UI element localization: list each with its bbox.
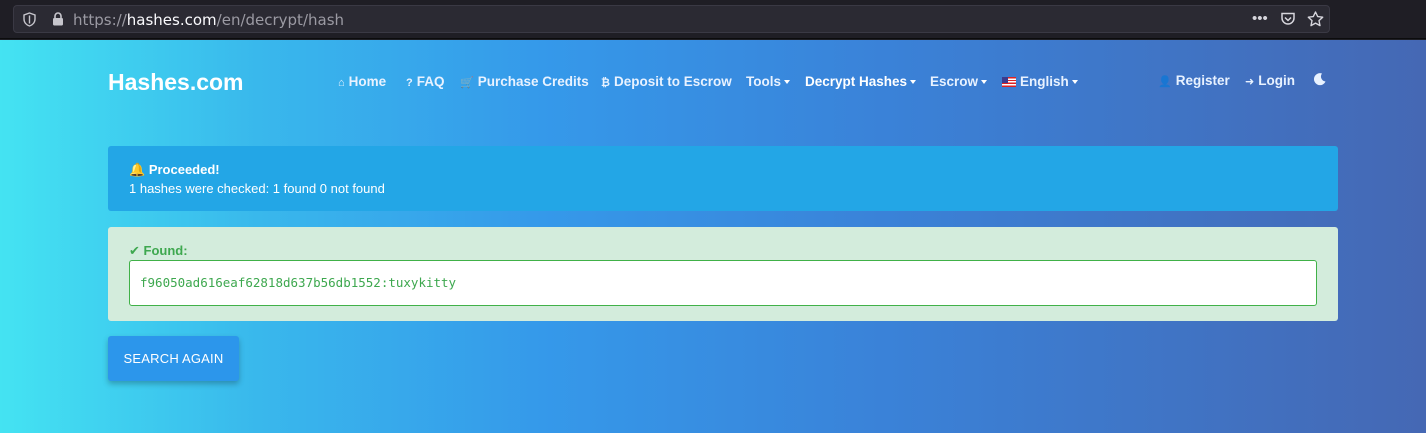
url-bar[interactable]: https://hashes.com/en/decrypt/hash ••• <box>13 5 1330 33</box>
url-text[interactable]: https://hashes.com/en/decrypt/hash <box>73 11 344 29</box>
star-icon[interactable] <box>1307 11 1324 31</box>
home-icon: ⌂ <box>338 77 345 89</box>
shield-icon[interactable] <box>23 12 36 31</box>
found-label: ✔ Found: <box>129 243 188 258</box>
found-results-panel: ✔ Found: f96050ad616eaf62818d637b56db155… <box>108 227 1338 321</box>
bell-icon: 🔔 <box>129 162 146 177</box>
us-flag-icon <box>1002 77 1016 87</box>
bitcoin-icon: ₿ <box>601 77 610 89</box>
alert-message: 1 hashes were checked: 1 found 0 not fou… <box>129 181 385 196</box>
caret-down-icon <box>1071 80 1078 84</box>
nav-language-dropdown[interactable]: English <box>1002 74 1078 89</box>
found-result-field[interactable]: f96050ad616eaf62818d637b56db1552:tuxykit… <box>129 260 1317 306</box>
nav-purchase-credits[interactable]: 🛒 Purchase Credits <box>460 74 589 89</box>
info-alert: 🔔 Proceeded! 1 hashes were checked: 1 fo… <box>108 146 1338 211</box>
sign-in-icon: ➜ <box>1245 76 1255 88</box>
caret-down-icon <box>784 80 790 84</box>
cart-icon: 🛒 <box>460 77 474 89</box>
nav-tools-dropdown[interactable]: Tools <box>746 74 790 89</box>
nav-deposit-escrow[interactable]: ₿ Deposit to Escrow <box>601 74 732 89</box>
caret-down-icon <box>910 80 917 84</box>
caret-down-icon <box>981 80 988 84</box>
check-icon: ✔ <box>129 243 140 258</box>
user-plus-icon: 👤 <box>1158 76 1172 88</box>
question-icon: ? <box>406 77 413 89</box>
brand-logo[interactable]: Hashes.com <box>108 69 244 96</box>
alert-title: 🔔 Proceeded! <box>129 162 220 177</box>
browser-toolbar: https://hashes.com/en/decrypt/hash ••• <box>0 0 1426 39</box>
moon-icon <box>1313 73 1326 86</box>
nav-escrow-dropdown[interactable]: Escrow <box>930 74 988 89</box>
dark-mode-toggle[interactable] <box>1313 72 1327 89</box>
nav-home[interactable]: ⌂ Home <box>338 74 386 89</box>
more-icon[interactable]: ••• <box>1252 11 1268 27</box>
lock-icon[interactable] <box>52 12 64 30</box>
nav-login[interactable]: ➜ Login <box>1245 73 1295 88</box>
nav-faq[interactable]: ? FAQ <box>406 74 445 89</box>
nav-decrypt-hashes-dropdown[interactable]: Decrypt Hashes <box>805 74 917 89</box>
search-again-button[interactable]: SEARCH AGAIN <box>108 336 239 381</box>
page-content: Hashes.com ⌂ Home ? FAQ 🛒 Purchase Credits … <box>0 40 1426 433</box>
nav-register[interactable]: 👤 Register <box>1158 73 1230 88</box>
pocket-icon[interactable] <box>1280 11 1296 31</box>
